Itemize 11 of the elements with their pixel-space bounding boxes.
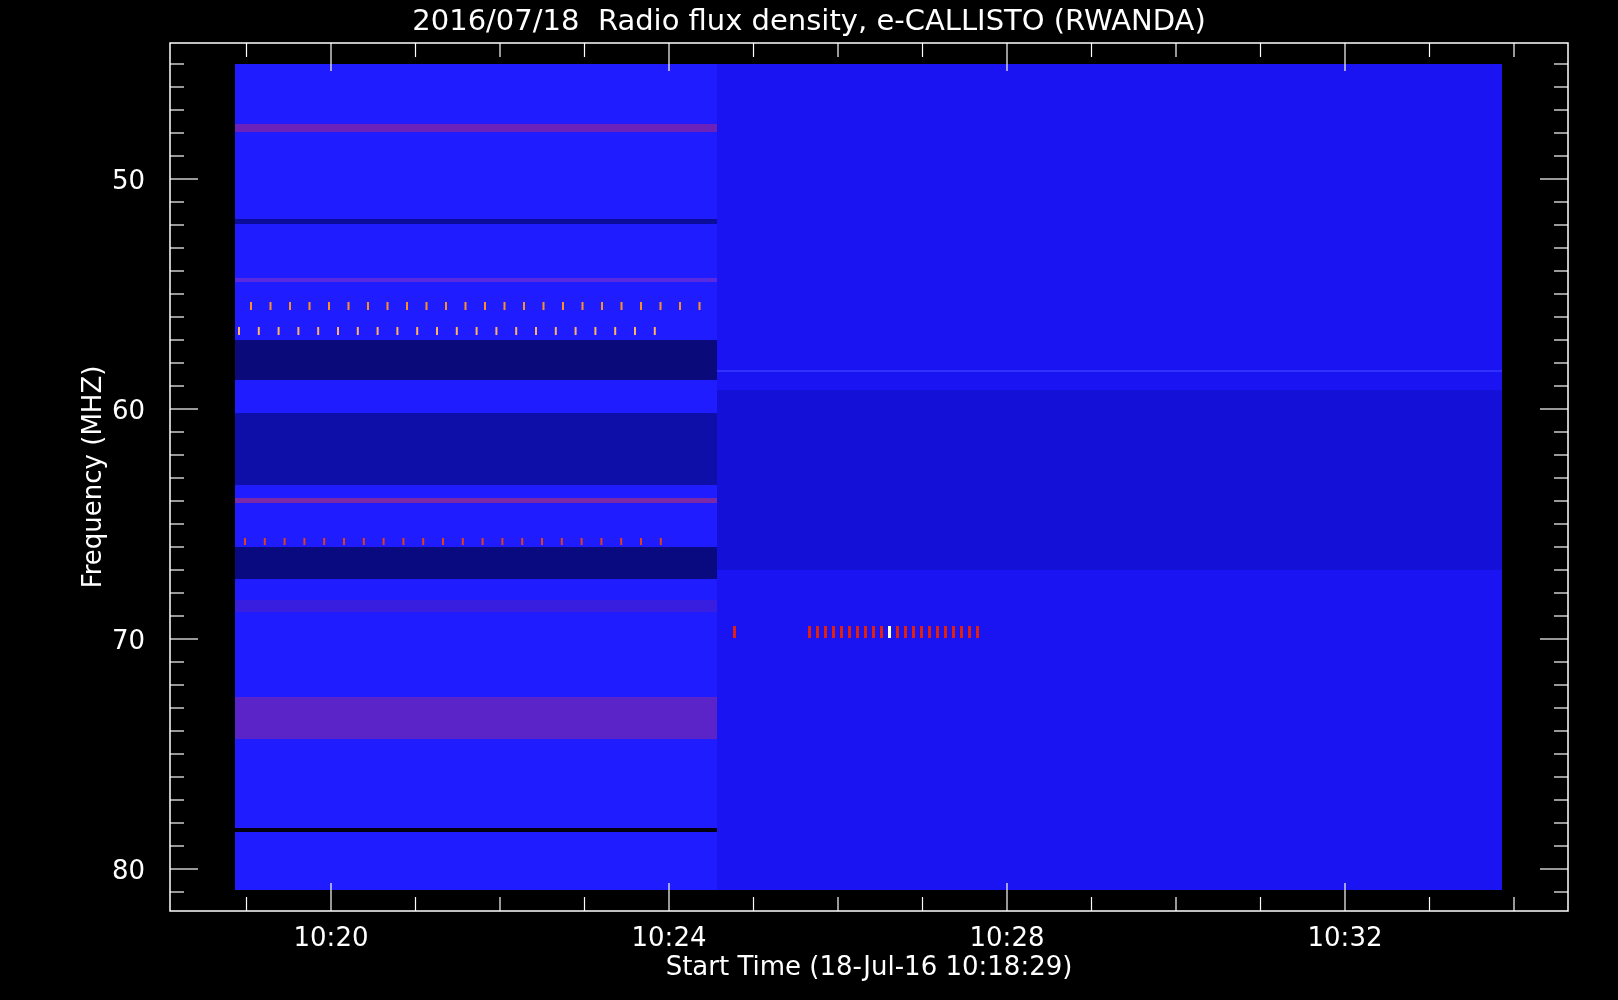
y-tick-label: 80 bbox=[111, 855, 145, 885]
y-tick-label: 50 bbox=[111, 165, 145, 195]
x-tick-label: 10:28 bbox=[969, 922, 1045, 952]
x-tick-label: 10:24 bbox=[631, 922, 707, 952]
y-tick-label: 70 bbox=[111, 625, 145, 655]
plot-title: 2016/07/18 Radio flux density, e-CALLISTO (RWANDA) bbox=[412, 2, 1206, 39]
x-axis-label: Start Time (18-Jul-16 10:18:29) bbox=[665, 951, 1073, 981]
y-axis-label: Frequency (MHZ) bbox=[77, 365, 107, 589]
y-tick-label: 60 bbox=[111, 395, 145, 425]
x-tick-label: 10:20 bbox=[293, 922, 369, 952]
x-tick-label: 10:32 bbox=[1307, 922, 1383, 952]
